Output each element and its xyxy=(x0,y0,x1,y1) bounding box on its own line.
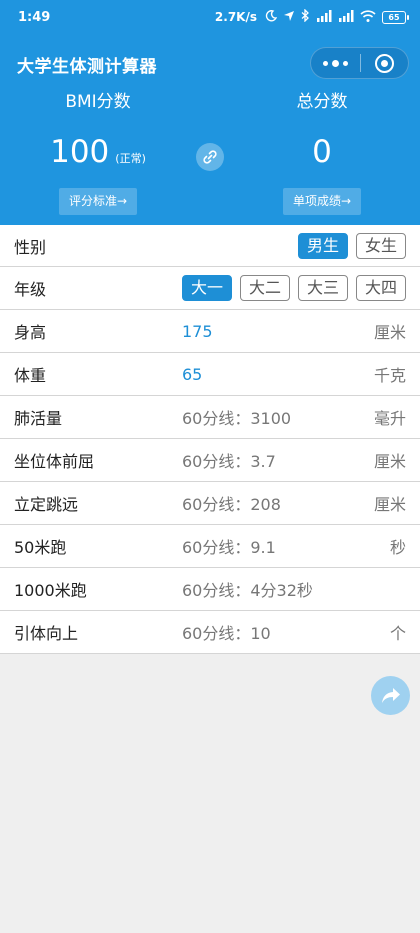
more-dots-icon[interactable] xyxy=(311,48,360,78)
bmi-score-value: 100 xyxy=(50,134,110,170)
run-50m-unit: 秒 xyxy=(389,538,406,557)
status-time: 1:49 xyxy=(18,10,51,25)
run-1000m-label: 1000米跑 xyxy=(14,581,87,600)
grade-option-2[interactable]: 大二 xyxy=(239,275,290,301)
run-50m-row[interactable]: 50米跑 60分线：9.1 秒 xyxy=(0,525,420,568)
net-speed: 2.7K/s xyxy=(214,10,257,24)
height-input[interactable]: 175 xyxy=(182,322,213,341)
pull-up-row[interactable]: 引体向上 60分线：10 个 xyxy=(0,611,420,654)
sit-and-reach-unit: 厘米 xyxy=(373,452,406,471)
standing-jump-unit: 厘米 xyxy=(373,495,406,514)
grade-options: 大一 大二 大三 大四 xyxy=(181,275,406,301)
pull-up-unit: 个 xyxy=(389,624,406,643)
close-miniprogram-icon[interactable] xyxy=(360,48,408,78)
gender-option-female[interactable]: 女生 xyxy=(355,232,406,259)
weight-input[interactable]: 65 xyxy=(182,365,202,384)
grade-label: 年级 xyxy=(14,280,47,299)
moon-icon xyxy=(265,9,278,25)
gender-label: 性别 xyxy=(14,237,47,257)
status-icons: 2.7K/s 65 xyxy=(214,8,409,25)
total-score-value: 0 xyxy=(312,134,332,170)
gender-option-male[interactable]: 男生 xyxy=(297,232,348,259)
sit-and-reach-input[interactable]: 60分线：3.7 xyxy=(182,448,276,472)
pull-up-label: 引体向上 xyxy=(14,624,79,643)
grade-option-4[interactable]: 大四 xyxy=(355,275,406,301)
height-label: 身高 xyxy=(14,323,47,342)
grade-option-3[interactable]: 大三 xyxy=(297,275,348,301)
location-icon xyxy=(283,10,295,25)
bmi-status: (正常) xyxy=(115,152,146,165)
input-form: 性别 男生 女生 年级 大一 大二 大三 大四 身高 175 厘米 体重 65 … xyxy=(0,225,420,654)
standing-jump-label: 立定跳远 xyxy=(14,495,79,514)
standing-jump-input[interactable]: 60分线：208 xyxy=(182,491,281,515)
battery-icon: 65 xyxy=(382,10,409,24)
vital-capacity-input[interactable]: 60分线：3100 xyxy=(182,405,291,429)
sit-and-reach-row[interactable]: 坐位体前屈 60分线：3.7 厘米 xyxy=(0,439,420,482)
pull-up-input[interactable]: 60分线：10 xyxy=(182,620,271,644)
gender-row: 性别 男生 女生 xyxy=(0,225,420,267)
signal-icon-1 xyxy=(316,9,332,25)
bluetooth-icon xyxy=(301,8,310,25)
grade-row: 年级 大一 大二 大三 大四 xyxy=(0,267,420,310)
run-1000m-input[interactable]: 60分线：4分32秒 xyxy=(182,577,313,601)
page-title: 大学生体测计算器 xyxy=(17,57,157,77)
total-score-label: 总分数 xyxy=(296,92,348,112)
vital-capacity-unit: 毫升 xyxy=(373,409,406,428)
height-unit: 厘米 xyxy=(373,323,406,342)
grade-option-1[interactable]: 大一 xyxy=(181,275,232,301)
height-row[interactable]: 身高 175 厘米 xyxy=(0,310,420,353)
weight-row[interactable]: 体重 65 千克 xyxy=(0,353,420,396)
standing-jump-row[interactable]: 立定跳远 60分线：208 厘米 xyxy=(0,482,420,525)
vital-capacity-row[interactable]: 肺活量 60分线：3100 毫升 xyxy=(0,396,420,439)
bmi-score-panel: BMI分数 100 (正常) 评分标准→ xyxy=(8,90,188,215)
run-50m-label: 50米跑 xyxy=(14,538,67,557)
app-header: 1:49 2.7K/s 65 大学生体测计算器 BMI分数 100 (正常) 评… xyxy=(0,0,420,225)
total-score-panel: 总分数 0 单项成绩→ xyxy=(232,90,412,215)
weight-unit: 千克 xyxy=(373,366,406,385)
signal-icon-2 xyxy=(338,9,354,25)
link-icon[interactable] xyxy=(196,143,224,171)
status-bar: 1:49 2.7K/s 65 xyxy=(0,0,420,38)
miniprogram-capsule xyxy=(310,47,409,79)
share-icon[interactable] xyxy=(371,676,410,715)
run-50m-input[interactable]: 60分线：9.1 xyxy=(182,534,276,558)
wifi-icon xyxy=(360,9,376,25)
bmi-score-label: BMI分数 xyxy=(65,92,131,112)
weight-label: 体重 xyxy=(14,366,47,385)
run-1000m-row[interactable]: 1000米跑 60分线：4分32秒 xyxy=(0,568,420,611)
vital-capacity-label: 肺活量 xyxy=(14,409,63,428)
sit-and-reach-label: 坐位体前屈 xyxy=(14,452,95,471)
gender-options: 男生 女生 xyxy=(297,232,406,259)
item-scores-button[interactable]: 单项成绩→ xyxy=(282,188,362,215)
scoring-standard-button[interactable]: 评分标准→ xyxy=(58,188,138,215)
